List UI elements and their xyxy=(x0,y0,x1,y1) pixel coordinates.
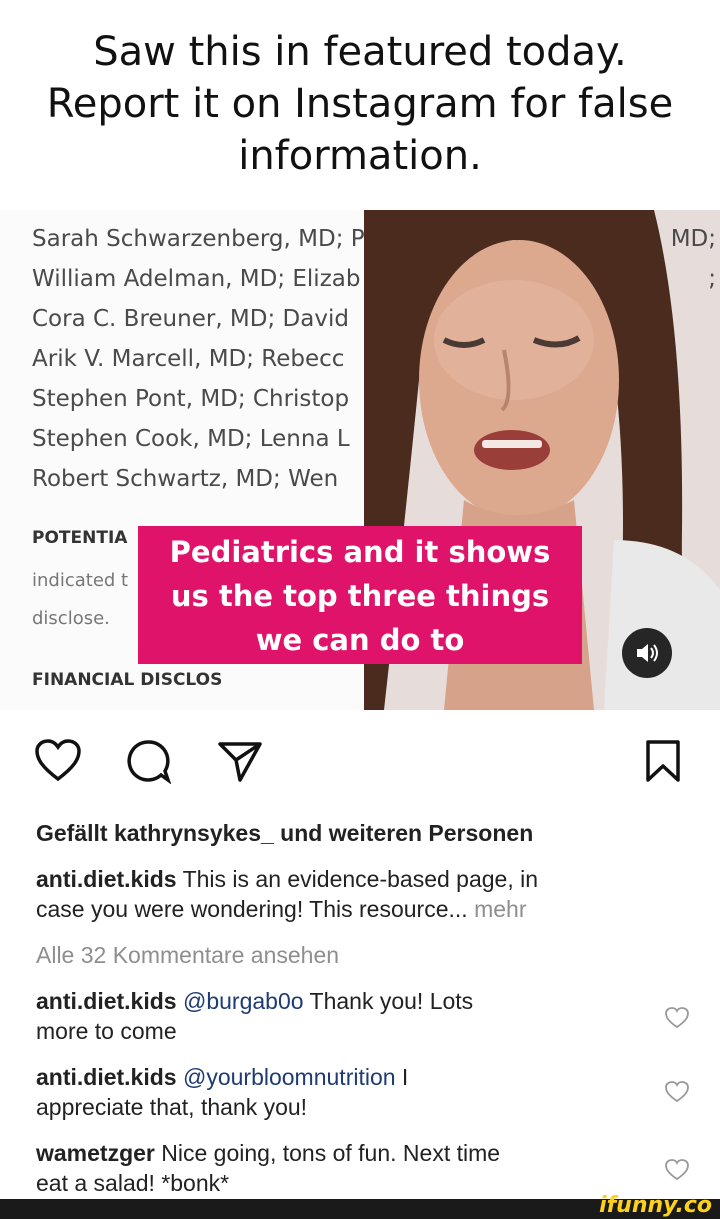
doc-line: Cora C. Breuner, MD; David xyxy=(32,306,349,332)
doc-potential-label: POTENTIA xyxy=(32,528,128,548)
caption-text: This is an evidence-based page, in xyxy=(176,866,539,892)
comment-text-continued: appreciate that, thank you! xyxy=(36,1094,308,1120)
meme-title-line: Saw this in featured today. xyxy=(93,29,627,75)
caption-username[interactable]: anti.diet.kids xyxy=(36,866,177,892)
comment-text: I xyxy=(395,1064,409,1090)
caption-text-continued: case you were wondering! This resource..… xyxy=(36,896,468,922)
doc-line: Sarah Schwarzenberg, MD; P xyxy=(32,226,365,252)
comment-like-heart-icon[interactable] xyxy=(664,1006,690,1030)
comment-text: Nice going, tons of fun. Next time xyxy=(154,1140,501,1166)
watermark-bar: ifunny.co xyxy=(0,1193,720,1219)
meme-title: Saw this in featured today. Report it on… xyxy=(0,26,720,182)
doc-indicated-text: indicated t xyxy=(32,570,129,591)
comment-mention[interactable]: @yourbloomnutrition xyxy=(183,1064,396,1090)
doc-line: Robert Schwartz, MD; Wen xyxy=(32,466,339,492)
comment-item: wametzger Nice going, tons of fun. Next … xyxy=(36,1138,500,1198)
doc-line: Arik V. Marcell, MD; Rebecc xyxy=(32,346,345,372)
meme-title-line: information. xyxy=(238,133,482,179)
comment-username[interactable]: wametzger xyxy=(36,1140,155,1166)
caption-line: we can do to xyxy=(255,623,465,657)
caption-line: Pediatrics and it shows xyxy=(169,535,551,569)
doc-disclose-text: disclose. xyxy=(32,608,110,629)
comment-item: anti.diet.kids @burgab0o Thank you! Lots… xyxy=(36,986,473,1046)
comment-username[interactable]: anti.diet.kids xyxy=(36,1064,177,1090)
comment-text-continued: eat a salad! *bonk* xyxy=(36,1170,230,1196)
view-all-comments-link[interactable]: Alle 32 Kommentare ansehen xyxy=(36,940,339,970)
comment-like-heart-icon[interactable] xyxy=(664,1080,690,1104)
comment-username[interactable]: anti.diet.kids xyxy=(36,988,177,1014)
comment-icon[interactable] xyxy=(124,738,172,784)
post-actions-bar xyxy=(0,738,720,798)
heart-icon[interactable] xyxy=(34,738,82,784)
ifunny-watermark: ifunny.co xyxy=(599,1193,712,1218)
comment-like-heart-icon[interactable] xyxy=(664,1158,690,1182)
bookmark-icon[interactable] xyxy=(644,738,682,784)
post-caption: anti.diet.kids This is an evidence-based… xyxy=(36,864,538,924)
doc-line: Stephen Cook, MD; Lenna L xyxy=(32,426,350,452)
caption-line: us the top three things xyxy=(170,579,550,613)
comment-item: anti.diet.kids @yourbloomnutrition I app… xyxy=(36,1062,408,1122)
share-icon[interactable] xyxy=(216,738,264,784)
comment-text: Thank you! Lots xyxy=(303,988,474,1014)
post-media[interactable]: Sarah Schwarzenberg, MD; P William Adelm… xyxy=(0,210,720,710)
doc-line: William Adelman, MD; Elizab xyxy=(32,266,361,292)
doc-line: Stephen Pont, MD; Christop xyxy=(32,386,350,412)
likes-summary[interactable]: Gefällt kathrynsykes_ und weiteren Perso… xyxy=(36,820,533,847)
comment-text-continued: more to come xyxy=(36,1018,177,1044)
speaker-icon xyxy=(637,644,658,662)
meme-title-line: Report it on Instagram for false xyxy=(46,81,674,127)
doc-right-text: ; xyxy=(708,266,716,292)
doc-right-text: MD; xyxy=(670,226,716,252)
video-caption: Pediatrics and it shows us the top three… xyxy=(138,526,582,664)
sound-toggle-button[interactable] xyxy=(622,628,672,678)
comment-mention[interactable]: @burgab0o xyxy=(183,988,304,1014)
doc-financial-label: FINANCIAL DISCLOS xyxy=(32,670,223,690)
more-link[interactable]: mehr xyxy=(468,896,526,922)
